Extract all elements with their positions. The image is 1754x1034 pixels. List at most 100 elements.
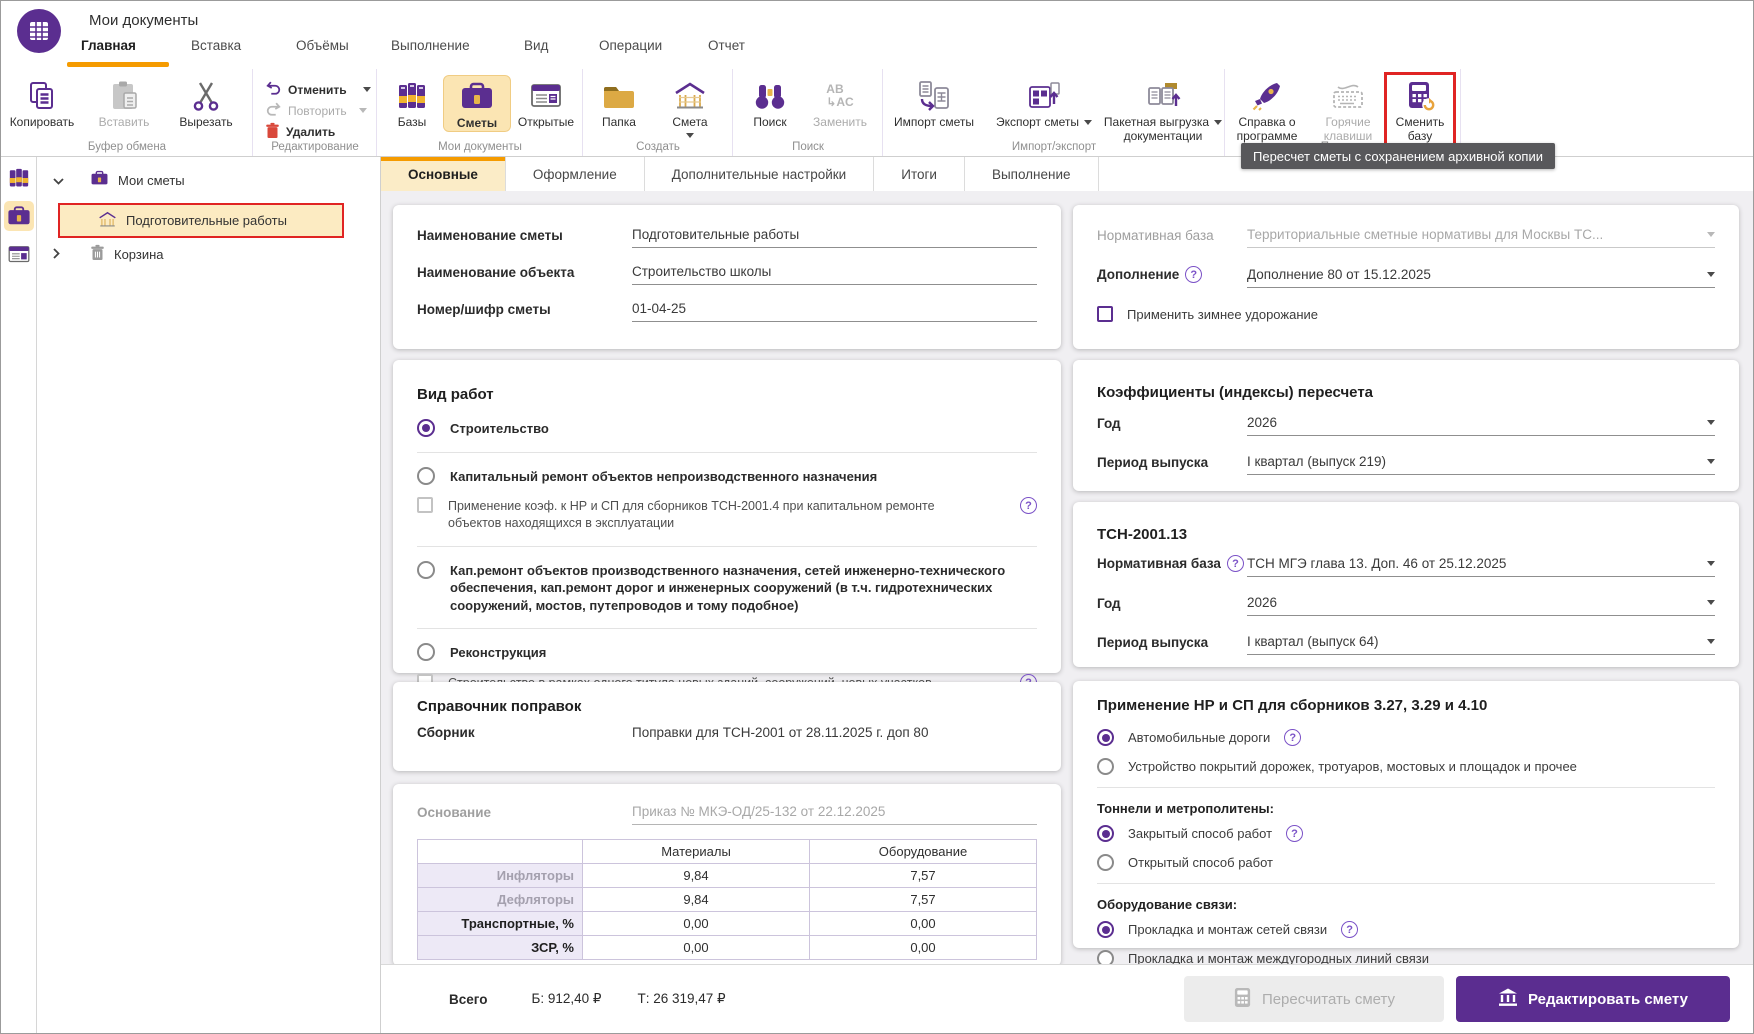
undo-button[interactable]: Отменить: [253, 79, 371, 100]
create-smeta-dropdown-caret[interactable]: [686, 133, 694, 138]
tsn13-period-select[interactable]: I квартал (выпуск 64): [1247, 634, 1715, 655]
create-smeta-button[interactable]: Смета: [655, 75, 725, 138]
option-roads[interactable]: Автомобильные дороги ?: [1097, 729, 1715, 746]
tree-item-korzina[interactable]: Корзина: [53, 242, 164, 266]
import-smeta-button[interactable]: Импорт сметы: [883, 75, 985, 130]
export-dropdown-caret[interactable]: [1084, 120, 1092, 125]
checkbox-icon[interactable]: [1097, 306, 1113, 322]
work-type-option-kapremont-proizv[interactable]: Кап.ремонт объектов производственного на…: [417, 561, 1037, 615]
undo-dropdown-caret[interactable]: [363, 87, 371, 92]
opened-button[interactable]: Открытые: [511, 75, 581, 130]
winter-surcharge-checkbox[interactable]: Применить зимнее удорожание: [1097, 306, 1715, 322]
chevron-down-icon: [1707, 272, 1715, 277]
tab-dop-nastroyki[interactable]: Дополнительные настройки: [645, 157, 875, 191]
edit-smeta-button[interactable]: Редактировать смету: [1456, 976, 1730, 1022]
smeta-name-input[interactable]: Подготовительные работы: [632, 227, 1037, 248]
option-closed-method[interactable]: Закрытый способ работ ?: [1097, 825, 1715, 842]
radio-checked-icon[interactable]: [1097, 729, 1114, 746]
recalculate-button[interactable]: Пересчитать смету: [1184, 976, 1444, 1022]
delete-button[interactable]: Удалить: [253, 121, 335, 142]
paste-button[interactable]: Вставить: [83, 75, 165, 130]
search-button[interactable]: Поиск: [737, 75, 803, 130]
export-icon: [1026, 78, 1062, 114]
help-icon[interactable]: ?: [1185, 266, 1202, 283]
card-general: Наименование сметы Подготовительные рабо…: [393, 205, 1061, 349]
tab-itogi[interactable]: Итоги: [874, 157, 965, 191]
tree-item-podgotovitelnye-raboty[interactable]: Подготовительные работы: [58, 203, 344, 238]
work-type-title: Вид работ: [417, 386, 1037, 403]
rail-smeta-button[interactable]: [4, 201, 34, 231]
period-label: Период выпуска: [1097, 455, 1247, 475]
tab-osnovnye[interactable]: Основные: [381, 157, 506, 191]
radio-icon[interactable]: [417, 643, 435, 661]
tsn13-base-label: Нормативная база?: [1097, 555, 1247, 577]
option-pavements[interactable]: Устройство покрытий дорожек, тротуаров, …: [1097, 758, 1715, 775]
copy-icon: [26, 78, 58, 114]
menu-tab-obyomy[interactable]: Объёмы: [296, 38, 349, 64]
smeta-view-button[interactable]: Сметы: [443, 75, 511, 132]
work-type-option-rekonstrukciya[interactable]: Реконструкция: [417, 643, 1037, 662]
active-tab-underline: [67, 62, 169, 67]
tree-item-my-smety[interactable]: Мои сметы: [53, 168, 185, 192]
checkbox-disabled-icon[interactable]: [417, 497, 433, 513]
help-icon[interactable]: ?: [1020, 497, 1037, 514]
chevron-down-icon: [1707, 600, 1715, 605]
addition-select[interactable]: Дополнение 80 от 15.12.2025: [1247, 267, 1715, 288]
bases-button[interactable]: Базы: [381, 75, 443, 130]
redo-dropdown-caret[interactable]: [359, 108, 367, 113]
object-name-input[interactable]: Строительство школы: [632, 264, 1037, 285]
import-icon: [916, 78, 952, 114]
radio-icon[interactable]: [417, 467, 435, 485]
radio-icon[interactable]: [1097, 854, 1114, 871]
hotkeys-button[interactable]: Горячие клавиши: [1309, 75, 1387, 144]
work-type-option-stroitelstvo[interactable]: Строительство: [417, 419, 1037, 438]
menu-tab-vstavka[interactable]: Вставка: [191, 38, 241, 64]
period-select[interactable]: I квартал (выпуск 219): [1247, 454, 1715, 475]
radio-checked-icon[interactable]: [417, 419, 435, 437]
menu-tab-vypolnenie[interactable]: Выполнение: [391, 38, 470, 64]
help-icon[interactable]: ?: [1286, 825, 1303, 842]
sbornik-value[interactable]: Поправки для ТСН-2001 от 28.11.2025 г. д…: [632, 725, 928, 740]
menu-tab-operacii[interactable]: Операции: [599, 38, 662, 64]
help-icon[interactable]: ?: [1341, 921, 1358, 938]
cut-button[interactable]: Вырезать: [165, 75, 247, 130]
smeta-number-input[interactable]: 01-04-25: [632, 301, 1037, 322]
osnovanie-input[interactable]: Приказ № МКЭ-ОД/25-132 от 22.12.2025: [632, 804, 1037, 825]
change-base-button[interactable]: Сменить базу: [1387, 75, 1453, 144]
help-icon[interactable]: ?: [1227, 555, 1244, 572]
radio-checked-icon[interactable]: [1097, 825, 1114, 842]
batch-dropdown-caret[interactable]: [1214, 120, 1222, 125]
export-smeta-button[interactable]: Экспорт сметы: [985, 75, 1103, 130]
help-icon[interactable]: ?: [1284, 729, 1301, 746]
tsn13-base-select[interactable]: ТСН МГЭ глава 13. Доп. 46 от 25.12.2025: [1247, 556, 1715, 577]
copy-button[interactable]: Копировать: [1, 75, 83, 130]
radio-checked-icon[interactable]: [1097, 921, 1114, 938]
menu-tab-vid[interactable]: Вид: [524, 38, 548, 64]
rail-opened-button[interactable]: [4, 239, 34, 269]
radio-icon[interactable]: [417, 561, 435, 579]
rail-bases-button[interactable]: [4, 163, 34, 193]
group-caption-create: Создать: [583, 141, 733, 153]
radio-icon[interactable]: [1097, 758, 1114, 775]
menu-tab-otchet[interactable]: Отчет: [708, 38, 745, 64]
normative-base-select[interactable]: Территориальные сметные нормативы для Мо…: [1247, 227, 1715, 248]
normative-base-label: Нормативная база: [1097, 228, 1247, 248]
tsn13-year-select[interactable]: 2026: [1247, 595, 1715, 616]
batch-export-button[interactable]: Пакетная выгрузка документации: [1103, 75, 1223, 144]
redo-button[interactable]: Повторить: [253, 100, 367, 121]
work-type-option-kapremont-neproizv[interactable]: Капитальный ремонт объектов непроизводст…: [417, 467, 1037, 486]
option-comm-networks[interactable]: Прокладка и монтаж сетей связи ?: [1097, 921, 1715, 938]
tab-oformlenie[interactable]: Оформление: [506, 157, 645, 191]
option-open-method[interactable]: Открытый способ работ: [1097, 854, 1715, 871]
menu-tab-glavnaya[interactable]: Главная: [81, 38, 136, 64]
chevron-down-icon[interactable]: [53, 173, 64, 188]
replace-button[interactable]: AB↳AC Заменить: [803, 75, 877, 130]
tab-vypolnenie[interactable]: Выполнение: [965, 157, 1099, 191]
about-button[interactable]: Справка о программе: [1225, 75, 1309, 144]
bases-icon: [395, 78, 429, 114]
work-type-check-nr-sp[interactable]: Применение коэф. к НР и СП для сборников…: [417, 497, 1037, 532]
create-folder-button[interactable]: Папка: [583, 75, 655, 130]
tsn13-period-label: Период выпуска: [1097, 635, 1247, 655]
chevron-right-icon[interactable]: [53, 247, 60, 262]
year-select[interactable]: 2026: [1247, 415, 1715, 436]
